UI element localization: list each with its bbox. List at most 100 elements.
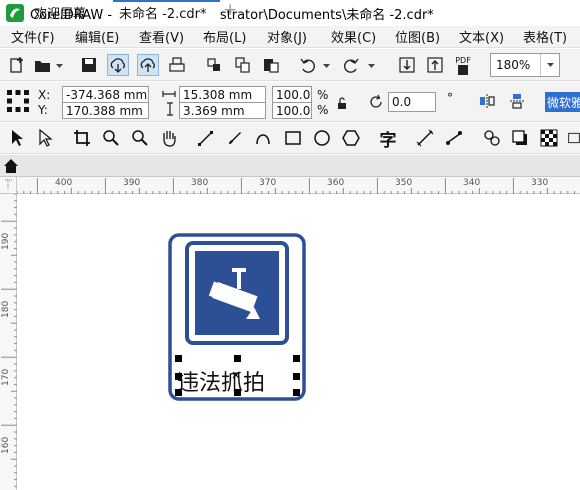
mirror-horizontal-icon[interactable] [479,93,495,109]
menu-effects[interactable]: 效果(C) [320,27,384,46]
ruler-label: 330 [531,178,549,188]
selection-handle-bottom-left[interactable] [175,389,182,396]
open-folder-icon[interactable] [32,54,54,76]
add-tab-button[interactable]: + [223,0,241,22]
reference-point-icon[interactable] [6,89,30,113]
menu-bar: 文件(F) 编辑(E) 查看(V) 布局(L) 对象(J) 效果(C) 位图(B… [0,26,580,48]
selection-handle-left[interactable] [175,373,182,380]
object-height-field[interactable]: 3.369 mm [179,102,266,119]
selection-center-marker-icon [232,371,240,379]
redo-icon[interactable] [340,54,362,76]
ruler-corner[interactable] [0,177,17,194]
paste-icon[interactable] [260,54,282,76]
camera-mount-base [232,268,246,272]
scale-y-field[interactable]: 100.0 [272,102,312,119]
chevron-down-icon [547,63,554,67]
font-family-field[interactable]: 微软雅黑 [545,92,580,112]
undo-icon[interactable] [297,54,319,76]
rectangle-tool-icon[interactable] [283,128,303,148]
ruler-label: 170 [1,368,11,386]
freehand-tool-icon[interactable] [196,128,216,148]
scale-x-field[interactable]: 100.0 [272,86,312,103]
ruler-label: 380 [191,178,209,188]
cloud-upload-icon[interactable] [137,54,159,76]
ellipse-tool-icon[interactable] [312,128,332,148]
ruler-label: 360 [327,178,345,188]
drop-shadow-tool-icon[interactable] [510,128,530,148]
cut-icon[interactable] [203,54,225,76]
pick-tool-icon[interactable] [7,128,27,148]
export-icon[interactable] [424,54,446,76]
horizontal-ruler[interactable]: 400 390 380 370 360 350 340 330 [17,177,580,194]
menu-edit[interactable]: 编辑(E) [64,27,128,46]
ruler-label: 400 [55,178,73,188]
rotation-angle-field[interactable]: 0.0 [388,92,436,112]
y-position-field[interactable]: 170.388 mm [62,102,149,119]
ruler-label: 340 [463,178,481,188]
ruler-label: 160 [1,436,11,454]
text-tool-icon[interactable]: 字 [378,128,398,151]
width-icon [162,91,176,97]
artistic-media-tool-icon[interactable] [225,128,245,148]
zoom-out-tool-icon[interactable] [130,128,150,148]
crop-tool-icon[interactable] [72,128,92,148]
selection-handle-top-left[interactable] [175,355,182,362]
menu-view[interactable]: 查看(V) [128,27,192,46]
ruler-label: 390 [123,178,141,188]
menu-layout[interactable]: 布局(L) [192,27,256,46]
pan-tool-icon[interactable] [159,128,179,148]
percent-x-label: % [317,88,329,102]
save-icon[interactable] [78,54,100,76]
selection-handle-right[interactable] [293,373,300,380]
ruler-label: 370 [259,178,277,188]
transparency-tool-icon[interactable] [539,128,559,148]
object-width-field[interactable]: 15.308 mm [179,86,266,103]
color-eyedropper-tool-icon[interactable] [568,128,580,148]
chevron-down-icon[interactable] [323,62,330,69]
shape-tool-icon[interactable] [35,128,55,148]
parallel-dimension-tool-icon[interactable] [415,128,435,148]
ruler-label: 350 [395,178,413,188]
rotate-icon [370,94,382,108]
tab-welcome-screen[interactable]: 欢迎屏幕 [22,0,112,22]
menu-bitmaps[interactable]: 位图(B) [384,27,448,46]
menu-text[interactable]: 文本(X) [448,27,512,46]
height-icon [167,102,173,116]
connector-tool-icon[interactable] [444,128,464,148]
polygon-tool-icon[interactable] [341,128,361,148]
home-icon[interactable] [3,158,19,174]
new-document-icon[interactable] [6,54,28,76]
chevron-down-icon[interactable] [368,62,375,69]
mirror-vertical-icon[interactable] [509,93,525,109]
blend-tool-icon[interactable] [482,128,502,148]
x-position-label: X: [38,88,51,102]
lock-ratio-icon[interactable] [336,97,348,109]
y-position-label: Y: [38,103,48,117]
ruler-origin-icon [5,179,13,190]
print-icon[interactable] [166,54,188,76]
cloud-download-icon[interactable] [107,54,129,76]
menu-file[interactable]: 文件(F) [0,27,64,46]
selection-handle-bottom[interactable] [234,389,241,396]
pdf-icon[interactable]: PDF [452,54,474,76]
bezier-tool-icon[interactable] [253,128,273,148]
horizontal-ruler-ticks [17,178,576,194]
zoom-dropdown-button[interactable] [540,54,559,76]
menu-table[interactable]: 表格(T) [512,27,576,46]
selection-handle-top[interactable] [234,355,241,362]
x-position-field[interactable]: -374.368 mm [62,86,149,103]
vertical-ruler[interactable]: 190 180 170 160 [0,194,17,490]
percent-y-label: % [317,103,329,117]
selection-handle-bottom-right[interactable] [293,389,300,396]
selection-handle-top-right[interactable] [293,355,300,362]
pdf-label: PDF [455,55,471,65]
degree-label: ° [447,91,453,105]
menu-object[interactable]: 对象(J) [256,27,320,46]
import-icon[interactable] [396,54,418,76]
copy-icon[interactable] [232,54,254,76]
zoom-tool-icon[interactable] [101,128,121,148]
tab-document[interactable]: 未命名 -2.cdr* [113,0,220,22]
chevron-down-icon[interactable] [56,62,63,69]
document-tab-bar [0,155,580,177]
ruler-label: 190 [1,232,11,250]
